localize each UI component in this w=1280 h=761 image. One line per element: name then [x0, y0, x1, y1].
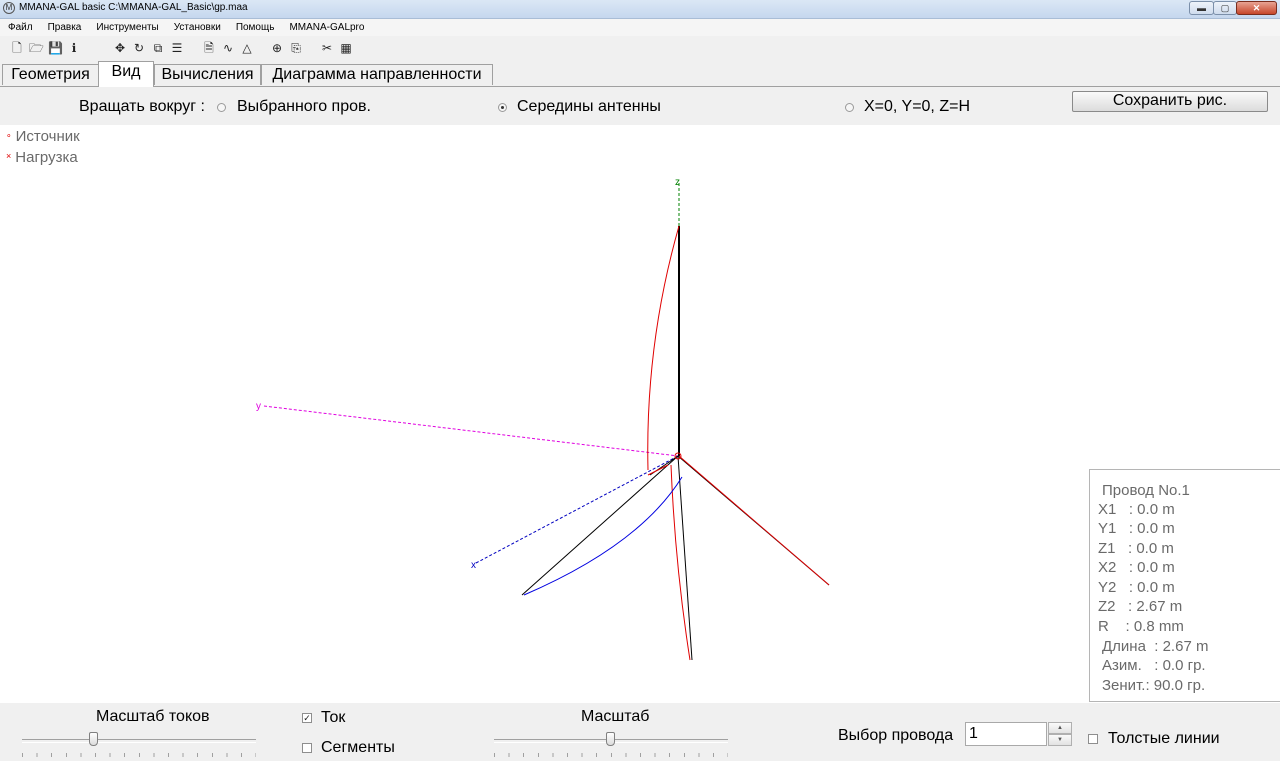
close-button[interactable]: ✕ — [1236, 1, 1277, 15]
antenna-view-canvas[interactable]: ∘ Источник × Нагрузка y x z Провод No.1 X1… — [0, 125, 1280, 703]
stack-icon[interactable]: ☰ — [170, 41, 184, 55]
current-scale-label: Масштаб токов — [96, 708, 210, 725]
current-checkbox[interactable]: ✓ — [302, 713, 312, 723]
radio-origin-label[interactable]: X=0, Y=0, Z=H — [864, 98, 970, 116]
rotate-options-row: Вращать вокруг : Выбранного пров. Середи… — [0, 87, 1280, 125]
new-file-icon[interactable]: 🗋 — [10, 41, 24, 55]
rotate-icon[interactable]: ↻ — [132, 41, 146, 55]
scale-ticks — [494, 753, 728, 757]
current-scale-thumb[interactable] — [89, 732, 98, 746]
tab-calculations[interactable]: Вычисления — [154, 64, 261, 85]
radial-wire-1 — [521, 455, 679, 596]
wire-info-y2: Y2 : 0.0 m — [1098, 579, 1175, 596]
app-logo-icon: M — [3, 2, 15, 14]
wire-info-zenith: Зенит.: 90.0 гр. — [1102, 677, 1206, 694]
current-scale-track[interactable] — [22, 739, 256, 743]
rotate-label: Вращать вокруг : — [79, 98, 205, 115]
radio-selected-wire-label[interactable]: Выбранного пров. — [237, 98, 371, 116]
info-icon[interactable]: ℹ — [67, 41, 81, 55]
x-axis-line — [475, 455, 679, 564]
menu-file[interactable]: Файл — [0, 22, 40, 33]
calculator-icon[interactable]: ▦ — [339, 41, 353, 55]
current-curve-radial-2 — [678, 455, 830, 586]
current-checkbox-label[interactable]: Ток — [321, 709, 345, 727]
wire-info-x1: X1 : 0.0 m — [1098, 501, 1175, 518]
wire-select-label: Выбор провода — [838, 727, 954, 744]
title-bar: M MMANA-GAL basic C:\MMANA-GAL_Basic\gp.… — [0, 0, 1280, 19]
target-icon[interactable]: ⊕ — [270, 41, 284, 55]
open-folder-icon[interactable]: 🗁 — [29, 41, 44, 55]
menu-mmana-galpro[interactable]: MMANA-GALpro — [281, 22, 371, 33]
scale-thumb[interactable] — [606, 732, 615, 746]
menu-help[interactable]: Помощь — [228, 22, 282, 33]
current-curve-radiator — [647, 225, 680, 471]
wire-select-input[interactable]: 1 — [965, 722, 1047, 746]
current-scale-ticks — [22, 753, 256, 757]
z-axis-label: z — [675, 177, 680, 188]
triangle-icon[interactable]: △ — [240, 41, 254, 55]
tab-geometry[interactable]: Геометрия — [2, 64, 99, 85]
menu-tools[interactable]: Инструменты — [88, 22, 165, 33]
menu-bar: Файл Правка Инструменты Установки Помощь… — [0, 19, 1280, 36]
wire-info-z2: Z2 : 2.67 m — [1098, 598, 1183, 615]
wire-info-x2: X2 : 0.0 m — [1098, 559, 1175, 576]
scale-label: Масштаб — [581, 708, 650, 725]
radio-origin[interactable] — [845, 103, 854, 112]
radio-selected-wire[interactable] — [217, 103, 226, 112]
move-icon[interactable]: ✥ — [113, 41, 127, 55]
wire-info-length: Длина : 2.67 m — [1102, 638, 1209, 655]
menu-settings[interactable]: Установки — [166, 22, 228, 33]
wire-select-spin-down[interactable]: ▼ — [1048, 734, 1072, 746]
y-axis-line — [263, 405, 679, 457]
x-axis-label: x — [471, 560, 476, 571]
save-picture-button[interactable]: Сохранить рис. — [1072, 91, 1268, 112]
tab-radiation-pattern[interactable]: Диаграмма направленности — [261, 64, 493, 85]
thick-lines-checkbox-label[interactable]: Толстые линии — [1108, 730, 1220, 748]
segments-checkbox-label[interactable]: Сегменты — [321, 739, 395, 757]
curve-icon[interactable]: ∿ — [221, 41, 235, 55]
maximize-button[interactable]: ▢ — [1213, 1, 1237, 15]
wire-select-spin-up[interactable]: ▲ — [1048, 722, 1072, 734]
wire-info-azimuth: Азим. : 0.0 гр. — [1102, 657, 1206, 674]
segments-checkbox[interactable] — [302, 743, 312, 753]
thick-lines-checkbox[interactable] — [1088, 734, 1098, 744]
tab-bar: Геометрия Вид Вычисления Диаграмма напра… — [0, 61, 1280, 87]
wire-info-title: Провод No.1 — [1102, 482, 1190, 499]
radio-antenna-middle[interactable] — [498, 103, 507, 112]
minimize-button[interactable]: ▬ — [1189, 1, 1214, 15]
bottom-controls: Масштаб токов ✓ Ток Сегменты Масштаб Выб… — [0, 703, 1280, 761]
wire-info-radius: R : 0.8 mm — [1098, 618, 1184, 635]
window-title: MMANA-GAL basic C:\MMANA-GAL_Basic\gp.ma… — [19, 2, 248, 13]
wire-info-z1: Z1 : 0.0 m — [1098, 540, 1174, 557]
tab-view[interactable]: Вид — [98, 61, 154, 87]
wire-info-y1: Y1 : 0.0 m — [1098, 520, 1175, 537]
y-axis-label: y — [256, 401, 261, 412]
toolbar: 🗋 🗁 💾 ℹ ✥ ↻ ⧉ ☰ 🗎 ∿ △ ⊕ ⎘ ✂ ▦ — [0, 37, 1280, 61]
save-disk-icon[interactable]: 💾 — [48, 41, 63, 55]
tools-icon[interactable]: ✂ — [320, 41, 334, 55]
antenna-drawing: y x z — [256, 177, 830, 661]
copy-transform-icon[interactable]: ⧉ — [151, 41, 165, 55]
current-curve-radial-1 — [523, 476, 683, 596]
wire-info-panel: Провод No.1 X1 : 0.0 m Y1 : 0.0 m Z1 : 0… — [1089, 469, 1280, 702]
clipboard-icon[interactable]: ⎘ — [289, 41, 303, 55]
menu-edit[interactable]: Правка — [40, 22, 89, 33]
radio-antenna-middle-label[interactable]: Середины антенны — [517, 98, 661, 116]
document-icon[interactable]: 🗎 — [202, 41, 216, 55]
